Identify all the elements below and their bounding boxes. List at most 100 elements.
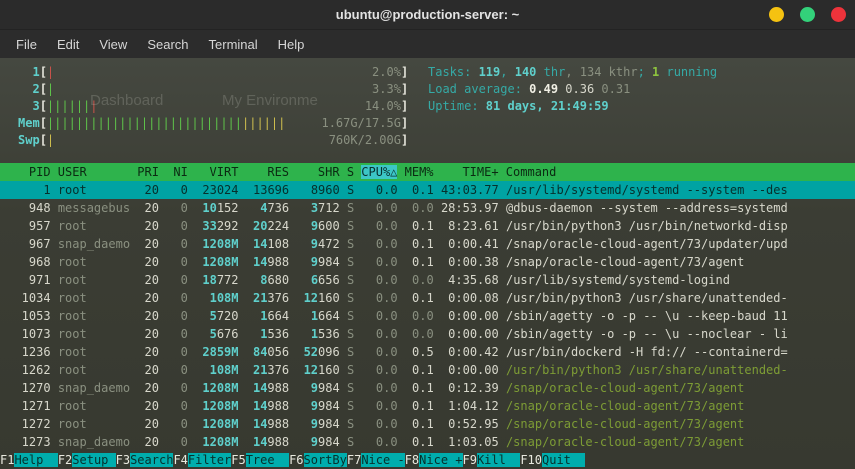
cell-cpu: 0.0 [361, 327, 398, 341]
cell-pad [195, 327, 209, 341]
cell-pad [246, 273, 260, 287]
cell-mem: 152 [216, 201, 239, 215]
text [398, 399, 405, 413]
cell-cpu: 0.0 [361, 363, 398, 377]
cell-time: 0:00.00 [440, 309, 499, 323]
cell-mem: 376 [267, 363, 290, 377]
text [340, 219, 347, 233]
cell-pri: 20 [137, 435, 159, 449]
text [398, 183, 405, 197]
process-row-968[interactable]: 968 root 20 0 1208M 14988 9984 S 0.0 0.1… [0, 253, 855, 271]
cell-user: root [57, 273, 131, 287]
meter-bracket: [ [39, 116, 47, 130]
cell-pri: 20 [137, 327, 159, 341]
cell-pad [246, 363, 253, 377]
fkey-number: F2 [57, 453, 73, 467]
cell-cpu: 0.0 [361, 345, 398, 359]
text [340, 237, 347, 251]
cell-ni: 0 [166, 201, 188, 215]
text [239, 417, 246, 431]
cell-user: root [57, 417, 131, 431]
fkey-number: F1 [0, 453, 15, 467]
fkey-number: F10 [520, 453, 542, 467]
process-row-1273[interactable]: 1273 snap_daemo 20 0 1208M 14988 9984 S … [0, 433, 855, 451]
process-row-1270[interactable]: 1270 snap_daemo 20 0 1208M 14988 9984 S … [0, 379, 855, 397]
process-row-1034[interactable]: 1034 root 20 0 108M 21376 12160 S 0.0 0.… [0, 289, 855, 307]
fkey-F3[interactable]: F3Search [116, 451, 174, 469]
fkey-F8[interactable]: F8Nice + [405, 451, 463, 469]
meter-1: 1[| 2.0%] [18, 64, 428, 81]
close-button[interactable] [831, 7, 846, 22]
cell-pri: 20 [137, 363, 159, 377]
process-row-948[interactable]: 948 messagebus 20 0 10152 4736 3712 S 0.… [0, 199, 855, 217]
process-row-1053[interactable]: 1053 root 20 0 5720 1664 1664 S 0.0 0.0 … [0, 307, 855, 325]
menu-search[interactable]: Search [137, 33, 198, 56]
cell-time: 4:35.68 [440, 273, 499, 287]
text [398, 201, 405, 215]
cell-ni: 0 [166, 345, 188, 359]
process-row-1271[interactable]: 1271 root 20 0 1208M 14988 9984 S 0.0 0.… [0, 397, 855, 415]
cell-pid: 971 [0, 273, 51, 287]
cell-time: 1:03.05 [440, 435, 499, 449]
cell-command: /snap/oracle-cloud-agent/73/updater/upd [505, 237, 788, 251]
text [340, 309, 347, 323]
cell-pad [246, 435, 253, 449]
text [499, 219, 506, 233]
menu-view[interactable]: View [89, 33, 137, 56]
fkey-number: F5 [231, 453, 246, 467]
cell-mem: 1208M [202, 399, 239, 413]
meter-bracket: ] [400, 65, 409, 79]
terminal-content[interactable]: Dashboard My Environme 1[| 2.0%] 2[| 3.3… [0, 58, 855, 469]
process-row-1073[interactable]: 1073 root 20 0 5676 1536 1536 S 0.0 0.0 … [0, 325, 855, 343]
cell-mem-pct: 0.1 [404, 237, 434, 251]
text [239, 399, 246, 413]
cell-pad [195, 291, 209, 305]
meter-ticks: |||||| [46, 99, 91, 113]
fkey-F1[interactable]: F1Help [0, 451, 58, 469]
fkey-F4[interactable]: F4Filter [173, 451, 232, 469]
cell-mem: 13 [252, 183, 268, 197]
cell-mem: 10 [202, 201, 217, 215]
process-row-1262[interactable]: 1262 root 20 0 108M 21376 12160 S 0.0 0.… [0, 361, 855, 379]
titlebar[interactable]: ubuntu@production-server: ~ [0, 0, 855, 30]
fkey-F2[interactable]: F2Setup [58, 451, 116, 469]
cell-mem: 988 [267, 255, 290, 269]
menu-terminal[interactable]: Terminal [199, 33, 268, 56]
cell-cpu: 0.0 [361, 435, 398, 449]
menu-file[interactable]: File [6, 33, 47, 56]
text [398, 255, 405, 269]
text [434, 345, 441, 359]
cell-time: 0:00.38 [440, 255, 499, 269]
cell-time: 8:23.61 [440, 219, 499, 233]
cell-pad [195, 363, 209, 377]
fkey-F5[interactable]: F5Tree [231, 451, 290, 469]
cell-mem: 14 [252, 237, 268, 251]
table-header[interactable]: PID USER PRI NI VIRT RES SHR S CPU%△ MEM… [0, 163, 855, 181]
summary-segment: 119 [478, 65, 501, 79]
process-row-1236[interactable]: 1236 root 20 0 2859M 84056 52096 S 0.0 0… [0, 343, 855, 361]
process-row-1272[interactable]: 1272 root 20 0 1208M 14988 9984 S 0.0 0.… [0, 415, 855, 433]
fkey-F9[interactable]: F9Kill [463, 451, 521, 469]
text [434, 381, 441, 395]
fkey-F6[interactable]: F6SortBy [289, 451, 347, 469]
process-row-967[interactable]: 967 snap_daemo 20 0 1208M 14108 9472 S 0… [0, 235, 855, 253]
process-row-957[interactable]: 957 root 20 0 33292 20224 9600 S 0.0 0.1… [0, 217, 855, 235]
maximize-button[interactable] [800, 7, 815, 22]
menu-edit[interactable]: Edit [47, 33, 89, 56]
fkey-F10[interactable]: F10Quit [520, 451, 586, 469]
menu-help[interactable]: Help [268, 33, 315, 56]
process-row-1[interactable]: 1 root 20 0 23024 13696 8960 S 0.0 0.1 4… [0, 181, 855, 199]
cell-mem: 20 [252, 219, 268, 233]
cell-pid: 957 [0, 219, 51, 233]
process-row-971[interactable]: 971 root 20 0 18772 8680 6656 S 0.0 0.0 … [0, 271, 855, 289]
minimize-button[interactable] [769, 7, 784, 22]
cell-cpu: 0.0 [361, 201, 398, 215]
summary-segment: ; [637, 65, 653, 79]
text [51, 381, 58, 395]
fkey-F7[interactable]: F7Nice - [347, 451, 405, 469]
cell-pid: 1073 [0, 327, 51, 341]
cell-pid: 1262 [0, 363, 51, 377]
cell-command: /usr/bin/python3 /usr/share/unattended- [505, 363, 788, 377]
meter-bracket: [ [39, 133, 47, 147]
cell-cpu: 0.0 [361, 219, 398, 233]
